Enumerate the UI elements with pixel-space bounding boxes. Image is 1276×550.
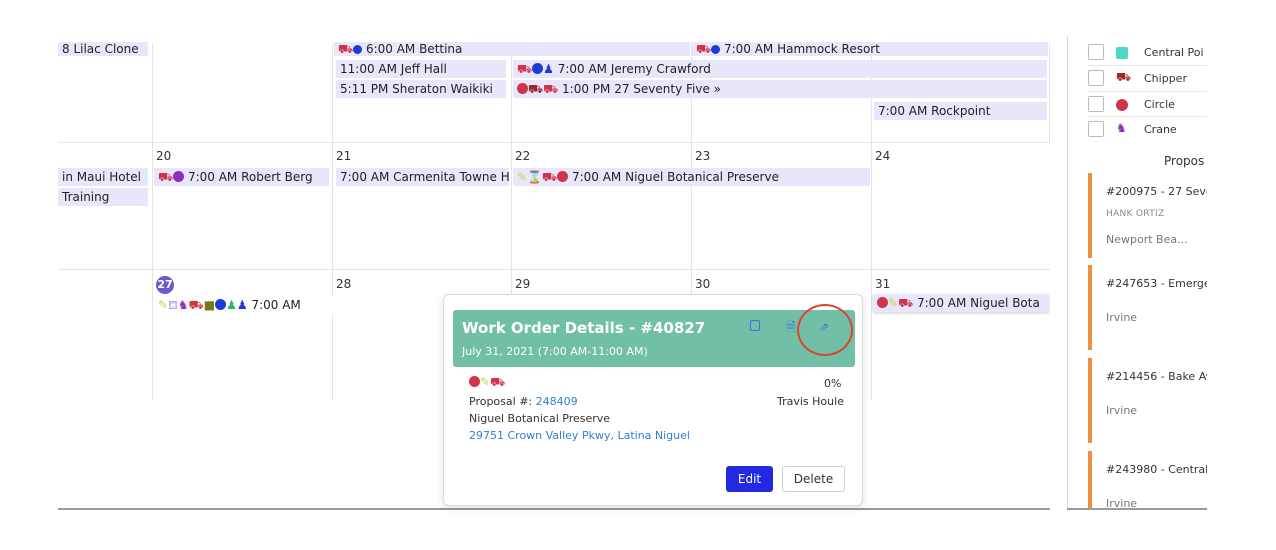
event-item[interactable]: ✎⌛⛟ 7:00 AM Niguel Botanical Preserve	[513, 168, 870, 186]
event-item[interactable]: Training	[58, 188, 148, 206]
checkbox[interactable]	[1088, 70, 1104, 86]
popup-header: Work Order Details - #40827 July 31, 202…	[453, 310, 855, 367]
circle-icon	[517, 83, 528, 94]
leaf-icon: ✎	[480, 375, 491, 389]
checkbox[interactable]	[1088, 96, 1104, 112]
truck-icon: ⛟	[696, 42, 712, 56]
copy-icon[interactable]	[747, 319, 763, 335]
delete-button[interactable]: Delete	[782, 466, 845, 492]
legend-item[interactable]: Central Poi	[1088, 40, 1207, 60]
status-icons: ✎⛟	[469, 375, 505, 391]
site-name: Niguel Botanical Preserve	[469, 412, 611, 425]
truck-icon: ⛟	[490, 375, 506, 389]
grid-line	[1049, 44, 1050, 144]
event-item[interactable]: ⛟ 7:00 AM Robert Berg	[154, 168, 329, 186]
day-number: 30	[695, 277, 711, 291]
proposal-card[interactable]: #247653 - Emerge Irvine	[1088, 265, 1207, 350]
chipper-icon: ⛟	[528, 82, 544, 96]
box-icon: ■	[203, 298, 216, 312]
popup-date: July 31, 2021 (7:00 AM-11:00 AM)	[462, 345, 648, 358]
day-number: 23	[695, 149, 711, 163]
assignee: Travis Houle	[777, 395, 844, 408]
legend-item[interactable]: Circle	[1088, 91, 1207, 112]
proposal-link[interactable]: 248409	[536, 395, 578, 408]
proposal-card[interactable]: #214456 - Bake Av Irvine	[1088, 358, 1207, 443]
popup-title: Work Order Details - #40827	[462, 319, 706, 337]
truck-icon: ⛟	[338, 42, 354, 56]
worker-icon: ♟	[236, 298, 248, 312]
event-item[interactable]: ⛟⛟ 1:00 PM 27 Seventy Five »	[513, 80, 1047, 98]
hourglass-icon: ⌛	[527, 170, 543, 184]
chipper-icon: ⛟	[1116, 70, 1132, 84]
day-number: 28	[336, 277, 352, 291]
leaf-icon: ✎	[888, 296, 899, 310]
circle-icon	[215, 299, 227, 310]
leaf-icon: ✎	[158, 298, 169, 312]
divider	[58, 508, 1050, 510]
proposals-title: Propos	[1164, 154, 1205, 168]
circle-icon	[1116, 99, 1128, 111]
divider	[1067, 508, 1207, 510]
event-item[interactable]: 11:00 AM Jeff Hall	[336, 60, 506, 78]
proposal-line: Proposal #: 248409	[469, 395, 578, 408]
proposal-card[interactable]: #200975 - 27 Seve HANK ORTIZ Newport Bea…	[1088, 173, 1207, 258]
circle-icon	[469, 376, 480, 387]
crane-icon: ♞	[1116, 121, 1127, 135]
event-item[interactable]: ✎⛟ 7:00 AM Niguel Bota	[873, 294, 1049, 312]
checkbox[interactable]	[1088, 44, 1104, 60]
circle-icon	[532, 63, 544, 74]
address-link[interactable]: 29751 Crown Valley Pkwy, Latina Niguel	[469, 429, 690, 442]
grid-line	[332, 44, 333, 400]
event-item[interactable]: 8 Lilac Clone	[58, 42, 148, 56]
day-number: 29	[515, 277, 531, 291]
day-number: 21	[336, 149, 352, 163]
grid-line	[58, 269, 1050, 270]
circle-icon	[711, 45, 721, 54]
day-number: 22	[515, 149, 531, 163]
event-item[interactable]: ⛟ 6:00 AM Bettina	[334, 42, 690, 56]
event-item[interactable]: ✎⛾♞⛟■ ♟♟ 7:00 AM	[154, 296, 334, 314]
truck-icon: ⛟	[898, 296, 914, 310]
circle-icon	[353, 45, 363, 54]
day-number: 31	[875, 277, 891, 291]
event-item[interactable]: 5:11 PM Sheraton Waikiki	[336, 80, 506, 98]
event-item[interactable]: 7:00 AM Carmenita Towne H	[336, 168, 509, 186]
progress-percent: 0%	[824, 377, 842, 390]
legend-item[interactable]: ♞ Crane	[1088, 116, 1207, 137]
event-item[interactable]: ⛟ 7:00 AM Hammock Resort	[692, 42, 1048, 56]
leaf-icon: ✎	[517, 170, 528, 184]
ladder-icon: ⛾	[168, 298, 178, 312]
edit-button[interactable]: Edit	[726, 466, 773, 492]
right-panel: Central Poi ⛟ Chipper Circle ♞ Crane Pro…	[1067, 36, 1207, 510]
highlight-circle	[797, 304, 853, 356]
truck-icon: ⛟	[188, 298, 204, 312]
circle-icon	[173, 171, 185, 182]
circle-icon	[557, 171, 569, 182]
square-icon	[1116, 47, 1128, 59]
event-item[interactable]: ⛟ ♟ 7:00 AM Jeremy Crawford	[513, 60, 1047, 78]
day-number: 24	[875, 149, 891, 163]
day-number-today: 27	[156, 276, 174, 294]
truck-icon: ⛟	[517, 62, 533, 76]
crane-icon: ♞	[177, 298, 189, 312]
day-number: 20	[156, 149, 172, 163]
truck-icon: ⛟	[543, 82, 559, 96]
person-icon: ♟	[543, 62, 554, 76]
grid-line	[58, 142, 1050, 143]
event-item[interactable]: 7:00 AM Rockpoint	[874, 102, 1047, 120]
grid-line	[152, 44, 153, 400]
truck-icon: ⛟	[542, 170, 558, 184]
checkbox[interactable]	[1088, 121, 1104, 137]
person-icon: ♟	[226, 298, 237, 312]
circle-icon	[877, 297, 888, 308]
proposal-card[interactable]: #243980 - Central Irvine	[1088, 451, 1207, 510]
event-item[interactable]: in Maui Hotel	[58, 168, 148, 186]
truck-icon: ⛟	[158, 170, 174, 184]
legend-item[interactable]: ⛟ Chipper	[1088, 65, 1207, 86]
